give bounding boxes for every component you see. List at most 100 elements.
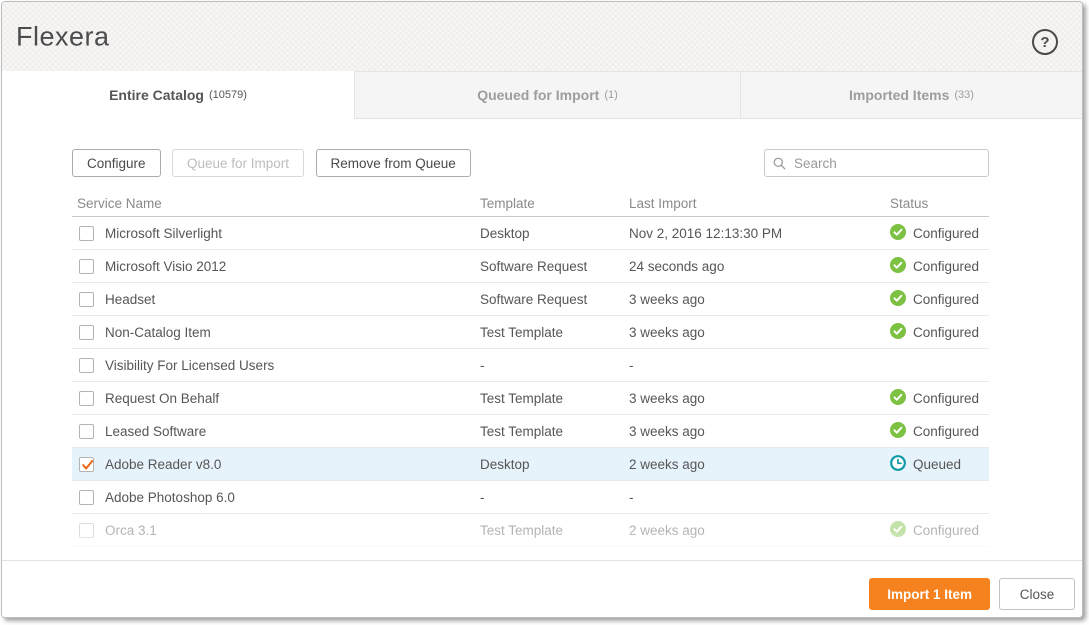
row-checkbox[interactable] [79,226,94,241]
configured-check-icon [890,389,906,405]
table-body: Microsoft Silverlight Desktop Nov 2, 201… [72,217,989,547]
status-label: Configured [913,424,979,439]
status-cell: Configured [890,323,989,342]
status-label: Configured [913,391,979,406]
flexera-dialog: Flexera ? Entire Catalog (10579) Queued … [1,1,1083,618]
configured-check-icon [890,290,906,306]
service-name: Microsoft Silverlight [105,226,222,241]
help-icon[interactable]: ? [1032,29,1058,55]
table-row[interactable]: Orca 3.1 Test Template 2 weeks ago Confi… [72,514,989,547]
service-name: Orca 3.1 [105,523,157,538]
status-label: Queued [913,457,961,472]
last-import-value: 3 weeks ago [629,292,890,307]
status-icon-slot [890,521,913,540]
tab-imported-items[interactable]: Imported Items (33) [740,71,1082,119]
search-input[interactable] [794,156,980,171]
tab-queued-for-import[interactable]: Queued for Import (1) [354,71,740,119]
last-import-value: - [629,490,890,505]
table-row[interactable]: Visibility For Licensed Users - - [72,349,989,382]
toolbar: Configure Queue for Import Remove from Q… [72,149,989,177]
col-last-import: Last Import [629,196,890,211]
table-row[interactable]: Microsoft Silverlight Desktop Nov 2, 201… [72,217,989,250]
status-icon-slot [890,323,913,342]
status-label: Configured [913,292,979,307]
search-box[interactable] [764,149,989,177]
status-icon-slot [890,422,913,441]
template-value: Desktop [480,226,629,241]
tab-label: Imported Items [849,87,949,103]
row-checkbox[interactable] [79,391,94,406]
service-name: Headset [105,292,155,307]
row-checkbox[interactable] [79,358,94,373]
col-service-name: Service Name [72,196,480,211]
service-name: Visibility For Licensed Users [105,358,274,373]
tab-count: (1) [604,89,617,101]
template-value: Test Template [480,424,629,439]
row-checkbox[interactable] [79,325,94,340]
status-cell: Configured [890,521,989,540]
last-import-value: 3 weeks ago [629,424,890,439]
checkbox-check-icon [81,458,95,472]
configure-button[interactable]: Configure [72,149,161,177]
status-icon-slot [890,290,913,309]
row-checkbox[interactable] [79,523,94,538]
table-row[interactable]: Adobe Photoshop 6.0 - - [72,481,989,514]
template-value: Test Template [480,523,629,538]
service-name: Leased Software [105,424,206,439]
tab-label: Entire Catalog [109,87,204,103]
remove-from-queue-button[interactable]: Remove from Queue [316,149,471,177]
last-import-value: - [629,358,890,373]
status-cell: Queued [890,455,989,474]
table-row[interactable]: Leased Software Test Template 3 weeks ag… [72,415,989,448]
configured-check-icon [890,257,906,273]
last-import-value: 2 weeks ago [629,523,890,538]
last-import-value: Nov 2, 2016 12:13:30 PM [629,226,890,241]
col-status: Status [890,196,989,211]
row-checkbox[interactable] [79,457,94,472]
tab-entire-catalog[interactable]: Entire Catalog (10579) [2,71,354,119]
queued-clock-icon [890,455,906,471]
status-cell: Configured [890,389,989,408]
status-label: Configured [913,523,979,538]
row-checkbox[interactable] [79,292,94,307]
table-row[interactable]: Headset Software Request 3 weeks ago Con… [72,283,989,316]
table-row[interactable]: Microsoft Visio 2012 Software Request 24… [72,250,989,283]
template-value: Software Request [480,259,629,274]
template-value: Software Request [480,292,629,307]
search-icon [773,157,786,170]
service-name: Non-Catalog Item [105,325,211,340]
row-checkbox[interactable] [79,490,94,505]
status-icon-slot [890,389,913,408]
service-name: Adobe Reader v8.0 [105,457,221,472]
last-import-value: 2 weeks ago [629,457,890,472]
last-import-value: 24 seconds ago [629,259,890,274]
service-name: Microsoft Visio 2012 [105,259,226,274]
import-button[interactable]: Import 1 Item [869,578,990,610]
status-label: Configured [913,259,979,274]
row-checkbox[interactable] [79,259,94,274]
service-name: Adobe Photoshop 6.0 [105,490,235,505]
queue-for-import-button[interactable]: Queue for Import [172,149,304,177]
catalog-panel: Configure Queue for Import Remove from Q… [2,119,1082,562]
table-row[interactable]: Adobe Reader v8.0 Desktop 2 weeks ago Qu… [72,448,989,481]
table-row[interactable]: Non-Catalog Item Test Template 3 weeks a… [72,316,989,349]
catalog-table: Service Name Template Last Import Status… [72,190,989,547]
status-icon-slot [890,257,913,276]
status-label: Configured [913,226,979,241]
configured-check-icon [890,224,906,240]
col-template: Template [480,196,629,211]
template-value: Test Template [480,325,629,340]
configured-check-icon [890,422,906,438]
template-value: Desktop [480,457,629,472]
status-label: Configured [913,325,979,340]
row-checkbox[interactable] [79,424,94,439]
status-cell: Configured [890,290,989,309]
status-icon-slot [890,455,913,474]
close-button[interactable]: Close [999,578,1075,610]
dialog-footer: Import 1 Item Close [2,560,1082,617]
tab-bar: Entire Catalog (10579) Queued for Import… [2,71,1082,119]
tab-label: Queued for Import [477,87,599,103]
table-row[interactable]: Request On Behalf Test Template 3 weeks … [72,382,989,415]
template-value: - [480,490,629,505]
template-value: Test Template [480,391,629,406]
